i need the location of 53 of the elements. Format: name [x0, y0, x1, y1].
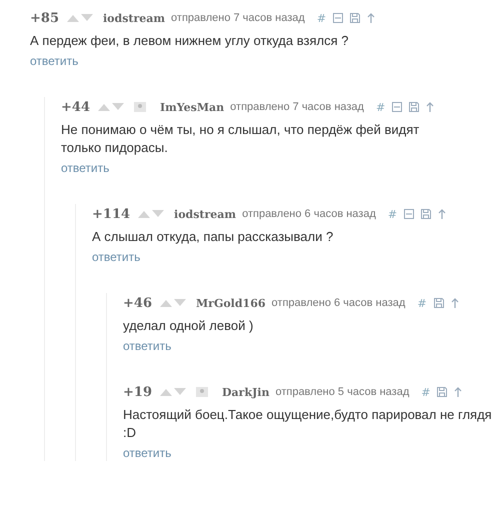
collapse-icon[interactable]: [392, 102, 402, 112]
up-arrow-icon[interactable]: [367, 13, 376, 23]
up-arrow-icon[interactable]: [450, 298, 459, 308]
comment-text: Настоящий боец.Такое ощущение,будто парировал не глядя :D: [123, 406, 493, 442]
reply-link[interactable]: ответить: [61, 161, 110, 175]
upvote-icon[interactable]: [138, 210, 150, 218]
anchor-link[interactable]: #: [417, 296, 427, 310]
upvote-icon[interactable]: [160, 388, 172, 396]
up-arrow-icon[interactable]: [454, 387, 462, 397]
comment-rating: +114: [92, 206, 130, 222]
downvote-icon[interactable]: [174, 388, 186, 396]
downvote-icon[interactable]: [80, 14, 93, 22]
collapse-icon[interactable]: [404, 209, 414, 219]
reply-link[interactable]: ответить: [123, 339, 172, 353]
downvote-icon[interactable]: [174, 299, 186, 307]
comment-rating: +44: [61, 100, 90, 114]
post-time: отправлено 5 часов назад: [275, 386, 410, 398]
up-arrow-icon[interactable]: [438, 209, 446, 219]
comment-rating: +85: [30, 10, 59, 26]
comment-text: А слышал откуда, папы рассказывали ?: [92, 228, 334, 246]
reply-link[interactable]: ответить: [92, 250, 140, 264]
save-icon[interactable]: [434, 298, 444, 308]
save-icon[interactable]: [409, 102, 420, 112]
comment-text: А пердеж феи, в левом нижнем углу откуда взялся ?: [30, 32, 350, 50]
downvote-icon[interactable]: [152, 210, 164, 218]
anchor-link[interactable]: #: [421, 386, 430, 398]
downvote-icon[interactable]: [112, 103, 124, 111]
save-icon[interactable]: [437, 387, 448, 397]
upvote-icon[interactable]: [98, 103, 110, 111]
comment-text: Не понимаю о чём ты, но я слышал, что пердёж фей видят только пидорасы.: [61, 121, 420, 157]
post-time: отправлено 7 часов назад: [230, 101, 364, 113]
post-time: отправлено 7 часов назад: [171, 12, 305, 24]
comment-rating: +46: [123, 296, 152, 310]
up-arrow-icon[interactable]: [426, 102, 434, 112]
username-link[interactable]: DarkJin: [222, 386, 270, 398]
username-link[interactable]: MrGold166: [196, 296, 266, 310]
comment-rating: +19: [123, 384, 152, 400]
anchor-link[interactable]: #: [388, 208, 398, 220]
anchor-link[interactable]: #: [376, 100, 386, 114]
username-link[interactable]: iodstream: [102, 12, 166, 24]
username-link[interactable]: ImYesMan: [160, 100, 224, 114]
post-time: отправлено 6 часов назад: [242, 208, 376, 220]
upvote-icon[interactable]: [66, 14, 79, 22]
post-time: отправлено 6 часов назад: [272, 297, 406, 309]
collapse-icon[interactable]: [333, 13, 344, 23]
upvote-icon[interactable]: [160, 299, 172, 307]
username-link[interactable]: iodstream: [174, 208, 236, 220]
save-icon[interactable]: [350, 13, 360, 23]
save-icon[interactable]: [421, 209, 432, 219]
anchor-link[interactable]: #: [316, 12, 326, 24]
reply-link[interactable]: ответить: [123, 446, 172, 460]
reply-link[interactable]: ответить: [30, 54, 78, 68]
comment-text: уделал одной левой ): [123, 317, 254, 335]
